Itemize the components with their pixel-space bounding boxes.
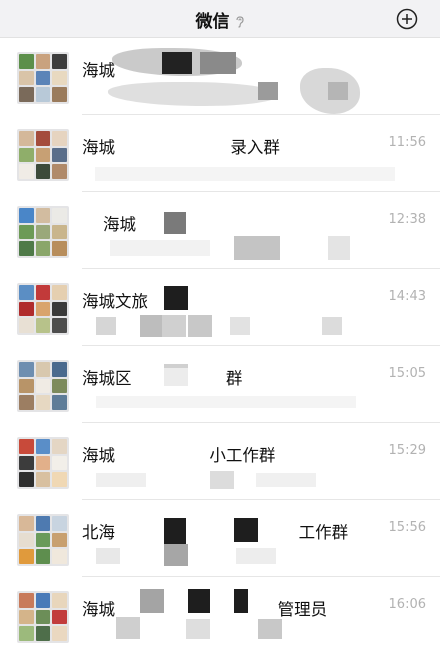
redaction-scribble	[108, 82, 278, 106]
redaction-block	[210, 471, 234, 489]
chat-time: 12:38	[388, 212, 426, 227]
chat-time: 14:43	[388, 289, 426, 304]
redaction-block	[258, 619, 282, 639]
redaction-block	[322, 317, 342, 335]
chat-row[interactable]: 海城 录入群 11:56	[0, 115, 440, 192]
redaction-block	[140, 368, 220, 388]
chat-time: 15:05	[388, 366, 426, 381]
redaction-block	[140, 315, 162, 337]
chat-time: 15:56	[388, 520, 426, 535]
redaction-block	[328, 82, 348, 100]
chat-name: 北海 工作群	[82, 523, 349, 542]
redaction-block	[258, 82, 278, 100]
group-avatar	[17, 514, 69, 566]
chat-list: 海城 海城 录入群 11:56 海城 12:38 海城文旅 14:43 海城区 …	[0, 38, 440, 652]
group-avatar	[17, 129, 69, 181]
redaction-block	[188, 315, 212, 337]
redaction-block	[164, 518, 186, 544]
chat-time: 11:56	[388, 135, 426, 150]
redaction-block	[186, 619, 210, 639]
redaction-block	[164, 286, 188, 310]
redaction-block	[110, 240, 210, 256]
redaction-block	[164, 212, 186, 234]
chat-time: 16:06	[388, 597, 426, 612]
chat-row[interactable]: 海城 小工作群 15:29	[0, 423, 440, 500]
group-avatar	[17, 52, 69, 104]
chat-row[interactable]: 北海 工作群 15:56	[0, 500, 440, 577]
chat-row[interactable]: 海城 管理员 16:06	[0, 577, 440, 652]
redaction-block	[95, 167, 395, 181]
chat-name: 海城	[82, 61, 115, 80]
redaction-block	[256, 473, 316, 487]
chat-row[interactable]: 海城文旅 14:43	[0, 269, 440, 346]
group-avatar	[17, 591, 69, 643]
chat-name: 海城	[82, 215, 136, 234]
redaction-block	[96, 548, 120, 564]
chat-row[interactable]: 海城	[0, 38, 440, 115]
chat-time: 15:29	[388, 443, 426, 458]
redaction-block	[96, 317, 116, 335]
redaction-block	[140, 589, 164, 613]
redaction-block	[234, 589, 248, 613]
redaction-block	[120, 445, 180, 465]
nav-bar: 微信	[0, 0, 440, 38]
redaction-block	[200, 52, 236, 74]
redaction-block	[234, 236, 280, 260]
redaction-block	[164, 544, 188, 566]
nav-title: 微信	[0, 7, 440, 32]
chat-row[interactable]: 海城区 群 15:05	[0, 346, 440, 423]
redaction-block	[96, 473, 146, 487]
redaction-block	[188, 589, 210, 613]
redaction-block	[162, 52, 192, 74]
group-avatar	[17, 360, 69, 412]
redaction-block	[162, 315, 186, 337]
nav-title-text: 微信	[195, 12, 230, 32]
redaction-block	[230, 317, 250, 335]
redaction-block	[120, 137, 230, 157]
ear-icon	[235, 16, 244, 28]
chat-name: 海城文旅	[82, 292, 148, 311]
group-avatar	[17, 437, 69, 489]
chat-row[interactable]: 海城 12:38	[0, 192, 440, 269]
group-avatar	[17, 206, 69, 258]
redaction-block	[328, 236, 350, 260]
group-avatar	[17, 283, 69, 335]
redaction-block	[96, 396, 356, 408]
redaction-block	[236, 548, 276, 564]
redaction-block	[234, 518, 258, 542]
redaction-block	[116, 617, 140, 639]
add-button[interactable]	[396, 8, 418, 30]
